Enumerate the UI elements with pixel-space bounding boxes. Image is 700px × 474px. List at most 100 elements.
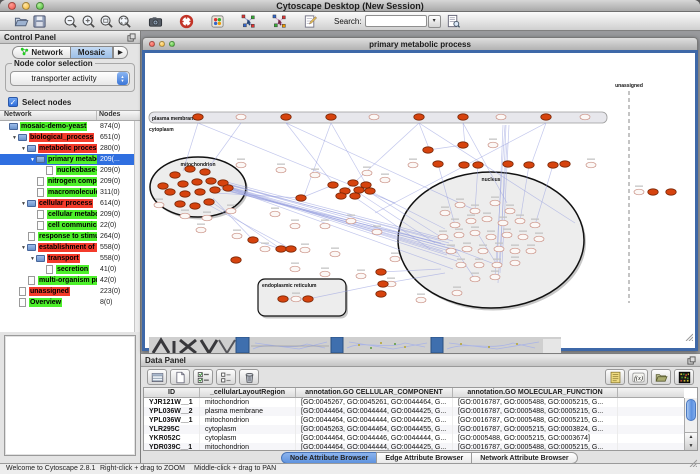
tree-row[interactable]: secretion41(0) bbox=[0, 264, 140, 275]
network-canvas[interactable]: plasma membranecytoplasmmitochondrionnuc… bbox=[142, 50, 698, 351]
select-columns-icon[interactable] bbox=[216, 369, 236, 385]
table-cell: mitochondrion bbox=[200, 398, 296, 407]
window-resize-grip-icon[interactable] bbox=[689, 454, 697, 472]
tree-row[interactable]: ▼transport558(0) bbox=[0, 253, 140, 264]
expander-icon[interactable]: ▼ bbox=[29, 256, 36, 262]
table-icon[interactable] bbox=[147, 369, 167, 385]
column-header[interactable]: annotation.GO MOLECULAR_FUNCTION bbox=[453, 388, 618, 397]
table-row[interactable]: YKR052Ccytoplasm[GO:0044464, GO:0044446,… bbox=[144, 434, 684, 443]
network-node-highlighted bbox=[276, 246, 286, 252]
resize-grip-icon[interactable] bbox=[685, 328, 693, 346]
select-nodes-checkbox[interactable]: ✓ bbox=[8, 97, 18, 107]
select-attributes-icon[interactable] bbox=[193, 369, 213, 385]
network-node-highlighted bbox=[348, 180, 358, 186]
table-cell-empty bbox=[618, 434, 684, 443]
file-icon bbox=[19, 287, 26, 296]
matrix-icon[interactable] bbox=[674, 369, 694, 385]
table-row[interactable]: YPL036W__2plasma membrane[GO:0044464, GO… bbox=[144, 407, 684, 416]
tree-row-label: unassigned bbox=[29, 287, 70, 296]
control-panel-header: Control Panel bbox=[0, 31, 140, 44]
zoom-out-icon[interactable] bbox=[61, 13, 79, 30]
layout-network-icon[interactable] bbox=[239, 13, 257, 30]
network-node-unselected bbox=[320, 223, 330, 229]
tree-row[interactable]: ▼metabolic process280(0) bbox=[0, 143, 140, 154]
tree-scrollbar[interactable] bbox=[134, 121, 140, 332]
snapshot-icon[interactable] bbox=[146, 13, 164, 30]
color-attribute-dropdown[interactable]: transporter activity ▲▼ bbox=[10, 71, 130, 86]
tree-row[interactable]: cell communicat22(0) bbox=[0, 220, 140, 231]
column-header[interactable]: annotation.GO CELLULAR_COMPONENT bbox=[296, 388, 453, 397]
table-row[interactable]: YLR295Ccytoplasm[GO:0045263, GO:0044464,… bbox=[144, 425, 684, 434]
delete-icon[interactable] bbox=[239, 369, 259, 385]
tree-row[interactable]: ▼primary metabol209(... bbox=[0, 154, 140, 165]
float-data-panel-icon[interactable] bbox=[687, 356, 696, 365]
network-node-unselected bbox=[518, 234, 528, 240]
import-folder-icon[interactable] bbox=[651, 369, 671, 385]
column-header[interactable]: ID bbox=[144, 388, 200, 397]
network-node-unselected bbox=[236, 162, 246, 168]
network-node-unselected bbox=[236, 114, 246, 120]
zoom-fit-icon[interactable] bbox=[115, 13, 133, 30]
network-edge bbox=[531, 123, 546, 165]
save-icon[interactable] bbox=[30, 13, 48, 30]
expander-icon[interactable]: ▼ bbox=[29, 157, 36, 163]
layout-network-2-icon[interactable] bbox=[270, 13, 288, 30]
tree-row[interactable]: unassigned223(0) bbox=[0, 286, 140, 297]
tree-row[interactable]: macromolecule311(0) bbox=[0, 187, 140, 198]
table-scrollbar-thumb[interactable] bbox=[686, 399, 696, 421]
search-config-icon[interactable] bbox=[445, 13, 463, 30]
vizmapper-icon[interactable] bbox=[208, 13, 226, 30]
attribute-list-icon[interactable] bbox=[605, 369, 625, 385]
help-icon[interactable] bbox=[177, 13, 195, 30]
search-dropdown-button[interactable]: ▾ bbox=[428, 15, 441, 28]
function-builder-icon[interactable]: f(x) bbox=[628, 369, 648, 385]
zoom-selected-icon[interactable] bbox=[97, 13, 115, 30]
tree-row[interactable]: ▼cellular process614(0) bbox=[0, 198, 140, 209]
tree-row[interactable]: ▼establishment of lo558(0) bbox=[0, 242, 140, 253]
birds-eye-view[interactable] bbox=[4, 335, 136, 456]
tree-row[interactable]: nitrogen compo209(0) bbox=[0, 176, 140, 187]
table-scrollbar[interactable]: ▲▼ bbox=[684, 398, 697, 450]
table-cell: mitochondrion bbox=[200, 416, 296, 425]
table-cell: [GO:0016787, GO:0005215, GO:0003824, G..… bbox=[453, 425, 618, 434]
open-icon[interactable] bbox=[12, 13, 30, 30]
tree-row[interactable]: ▼biological_process651(0) bbox=[0, 132, 140, 143]
new-doc-icon[interactable] bbox=[170, 369, 190, 385]
expander-icon[interactable]: ▼ bbox=[20, 146, 27, 152]
network-node-highlighted bbox=[524, 162, 534, 168]
file-icon bbox=[37, 188, 44, 197]
table-row[interactable]: YJR121W__1mitochondrion[GO:0045267, GO:0… bbox=[144, 398, 684, 407]
tree-row[interactable]: cellular metabol209(0) bbox=[0, 209, 140, 220]
table-scrollbar-arrows[interactable]: ▲▼ bbox=[685, 432, 697, 450]
float-panel-icon[interactable] bbox=[127, 33, 136, 42]
search-input[interactable] bbox=[365, 15, 427, 27]
node-color-selection-group: Node color selection transporter activit… bbox=[5, 63, 135, 92]
column-header[interactable]: _cellularLayoutRegion bbox=[200, 388, 296, 397]
table-row[interactable]: YPL036W__1mitochondrion[GO:0044464, GO:0… bbox=[144, 416, 684, 425]
tab-network[interactable]: Network bbox=[12, 46, 70, 59]
network-view-window[interactable]: primary metabolic process plasma membran… bbox=[142, 37, 698, 351]
tree-row[interactable]: Overview8(0) bbox=[0, 297, 140, 308]
tree-row-label: response to stimulu bbox=[38, 232, 97, 241]
tab-mosaic[interactable]: Mosaic bbox=[70, 46, 113, 59]
network-node-highlighted bbox=[180, 191, 190, 197]
expander-icon[interactable]: ▼ bbox=[20, 245, 27, 251]
network-node-unselected bbox=[310, 172, 320, 178]
expander-icon[interactable]: ▼ bbox=[20, 201, 27, 207]
window-titlebar[interactable]: Cytoscape Desktop (New Session) bbox=[0, 0, 700, 12]
network-node-unselected bbox=[300, 247, 310, 253]
tab-overflow-arrow[interactable]: ▶ bbox=[113, 46, 128, 59]
file-icon bbox=[37, 221, 44, 230]
network-node-unselected bbox=[470, 208, 480, 214]
annotation-icon[interactable] bbox=[301, 13, 319, 30]
tree-row[interactable]: response to stimulu264(0) bbox=[0, 231, 140, 242]
svg-text:unassigned: unassigned bbox=[615, 83, 643, 89]
zoom-in-icon[interactable] bbox=[79, 13, 97, 30]
expander-icon[interactable]: ▼ bbox=[11, 135, 18, 141]
network-window-titlebar[interactable]: primary metabolic process bbox=[142, 37, 698, 50]
tree-row[interactable]: nucleobase-209(0) bbox=[0, 165, 140, 176]
table-row[interactable]: YDR039C__1mitochondrion[GO:0044464, GO:0… bbox=[144, 443, 684, 450]
tree-row[interactable]: multi-organism pro42(0) bbox=[0, 275, 140, 286]
tree-row[interactable]: mosaic-demo-yeast874(0) bbox=[0, 121, 140, 132]
network-graph[interactable]: plasma membranecytoplasmmitochondrionnuc… bbox=[145, 53, 695, 348]
